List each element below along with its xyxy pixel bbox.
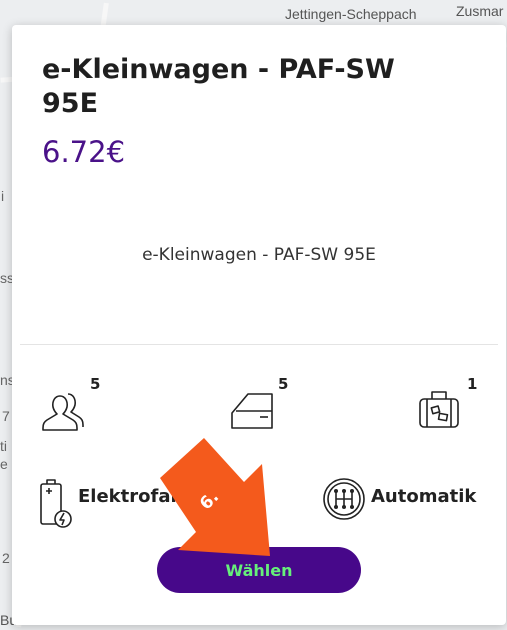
map-label-fragment: 7 (2, 408, 10, 424)
transmission-label: Automatik (371, 486, 477, 507)
vehicle-price: 6.72€ (42, 135, 126, 169)
step-arrow-icon (160, 438, 280, 572)
map-label-fragment: ti (0, 438, 7, 454)
map-label-town: Jettingen-Scheppach (285, 6, 417, 22)
map-label-town: Zusmar (456, 3, 504, 19)
car-door-icon (230, 391, 276, 431)
gearshift-icon (322, 477, 366, 521)
luggage-icon (416, 387, 462, 431)
luggage-count: 1 (467, 375, 478, 393)
doors-count: 5 (278, 375, 289, 393)
seats-icon (38, 390, 84, 432)
map-label-fragment: 2 (2, 550, 10, 566)
map-label-fragment: i (1, 188, 5, 204)
map-label-fragment: e (0, 456, 8, 472)
vehicle-title: e-Kleinwagen - PAF-SW 95E (42, 54, 395, 119)
divider (20, 344, 498, 345)
vehicle-image-caption: e-Kleinwagen - PAF-SW 95E (142, 245, 376, 265)
battery-charging-icon (38, 477, 74, 529)
seats-count: 5 (90, 375, 101, 393)
